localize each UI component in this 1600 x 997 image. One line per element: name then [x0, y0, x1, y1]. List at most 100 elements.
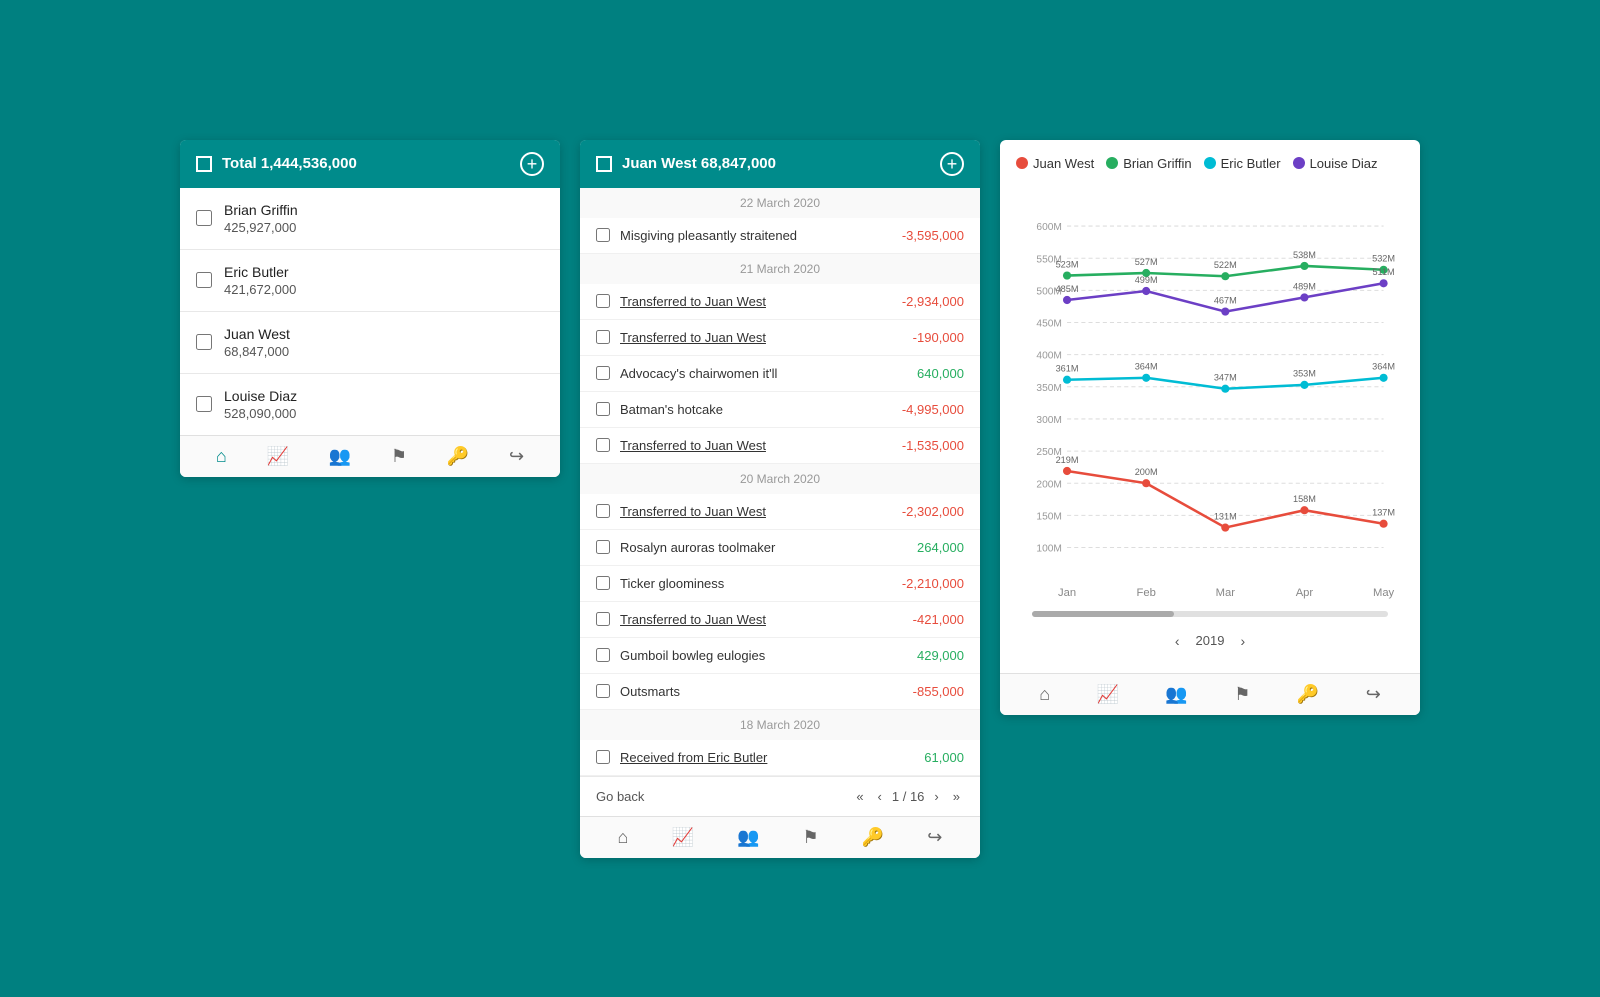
transaction-checkbox[interactable]: [596, 612, 610, 626]
transaction-checkbox[interactable]: [596, 750, 610, 764]
transaction-desc[interactable]: Transferred to Juan West: [620, 612, 903, 627]
transaction-amount: -190,000: [913, 330, 964, 345]
accounts-bottom-nav: ⌂ 📈 👥 ⚑ 🔑 ↪: [180, 435, 560, 477]
logout-icon[interactable]: ↪: [509, 446, 524, 467]
chart-icon[interactable]: 📈: [267, 446, 289, 467]
transaction-desc[interactable]: Transferred to Juan West: [620, 330, 903, 345]
transaction-item: Ticker gloominess -2,210,000: [580, 566, 980, 602]
first-page-button[interactable]: «: [852, 787, 867, 806]
svg-text:Feb: Feb: [1137, 587, 1156, 599]
scroll-indicator[interactable]: [1032, 611, 1388, 617]
chart-next-button[interactable]: ›: [1240, 633, 1245, 649]
account-item[interactable]: Louise Diaz 528,090,000: [180, 374, 560, 435]
transaction-amount: -2,302,000: [902, 504, 964, 519]
prev-page-button[interactable]: ‹: [874, 787, 886, 806]
account-item[interactable]: Brian Griffin 425,927,000: [180, 188, 560, 250]
svg-text:Mar: Mar: [1216, 587, 1236, 599]
svg-text:350M: 350M: [1036, 382, 1062, 393]
c-key-icon[interactable]: 🔑: [1297, 684, 1319, 705]
account-name: Louise Diaz: [224, 388, 297, 404]
svg-text:219M: 219M: [1056, 454, 1079, 464]
users-icon[interactable]: 👥: [329, 446, 351, 467]
transaction-checkbox[interactable]: [596, 402, 610, 416]
account-info: Louise Diaz 528,090,000: [224, 388, 297, 421]
transaction-checkbox[interactable]: [596, 366, 610, 380]
transactions-list: 22 March 2020 Misgiving pleasantly strai…: [580, 188, 980, 776]
go-back-button[interactable]: Go back: [596, 789, 644, 804]
transaction-checkbox[interactable]: [596, 504, 610, 518]
transaction-checkbox[interactable]: [596, 576, 610, 590]
transactions-footer: Go back « ‹ 1 / 16 › »: [580, 776, 980, 816]
t-key-icon[interactable]: 🔑: [862, 827, 884, 848]
c-home-icon[interactable]: ⌂: [1039, 684, 1050, 705]
t-logout-icon[interactable]: ↪: [927, 827, 942, 848]
svg-text:300M: 300M: [1036, 415, 1062, 426]
t-chart-icon[interactable]: 📈: [672, 827, 694, 848]
t-flag-icon[interactable]: ⚑: [803, 827, 819, 848]
accounts-header-checkbox[interactable]: [196, 156, 212, 172]
svg-text:600M: 600M: [1036, 222, 1062, 233]
last-page-button[interactable]: »: [949, 787, 964, 806]
svg-text:158M: 158M: [1293, 494, 1316, 504]
transaction-amount: -2,210,000: [902, 576, 964, 591]
transactions-add-button[interactable]: +: [940, 152, 964, 176]
svg-text:523M: 523M: [1056, 259, 1079, 269]
transaction-amount: -4,995,000: [902, 402, 964, 417]
chart-prev-button[interactable]: ‹: [1175, 633, 1180, 649]
svg-text:522M: 522M: [1214, 260, 1237, 270]
key-icon[interactable]: 🔑: [447, 446, 469, 467]
c-flag-icon[interactable]: ⚑: [1234, 684, 1250, 705]
home-icon[interactable]: ⌂: [216, 446, 227, 467]
transaction-amount: 640,000: [917, 366, 964, 381]
transactions-header-checkbox[interactable]: [596, 156, 612, 172]
account-item[interactable]: Juan West 68,847,000: [180, 312, 560, 374]
transaction-checkbox[interactable]: [596, 648, 610, 662]
accounts-header-left: Total 1,444,536,000: [196, 155, 357, 172]
transactions-header-left: Juan West 68,847,000: [596, 155, 776, 172]
transaction-checkbox[interactable]: [596, 438, 610, 452]
legend-label: Juan West: [1033, 156, 1094, 171]
date-separator: 20 March 2020: [580, 464, 980, 494]
transaction-checkbox[interactable]: [596, 294, 610, 308]
c-users-icon[interactable]: 👥: [1165, 684, 1187, 705]
svg-text:364M: 364M: [1372, 361, 1395, 371]
transaction-desc[interactable]: Transferred to Juan West: [620, 504, 892, 519]
t-users-icon[interactable]: 👥: [737, 827, 759, 848]
c-logout-icon[interactable]: ↪: [1366, 684, 1381, 705]
transaction-checkbox[interactable]: [596, 540, 610, 554]
chart-panel: Juan West Brian Griffin Eric Butler Loui…: [1000, 140, 1420, 715]
transaction-amount: 264,000: [917, 540, 964, 555]
svg-text:131M: 131M: [1214, 511, 1237, 521]
transaction-item: Misgiving pleasantly straitened -3,595,0…: [580, 218, 980, 254]
account-checkbox[interactable]: [196, 396, 212, 412]
transaction-item: Transferred to Juan West -421,000: [580, 602, 980, 638]
transaction-item: Batman's hotcake -4,995,000: [580, 392, 980, 428]
next-page-button[interactable]: ›: [930, 787, 942, 806]
legend-label: Louise Diaz: [1310, 156, 1378, 171]
flag-icon[interactable]: ⚑: [391, 446, 407, 467]
transaction-checkbox[interactable]: [596, 330, 610, 344]
transaction-checkbox[interactable]: [596, 684, 610, 698]
account-checkbox[interactable]: [196, 272, 212, 288]
svg-text:353M: 353M: [1293, 368, 1316, 378]
transaction-checkbox[interactable]: [596, 228, 610, 242]
svg-text:532M: 532M: [1372, 253, 1395, 263]
transaction-desc[interactable]: Transferred to Juan West: [620, 294, 892, 309]
transaction-amount: -3,595,000: [902, 228, 964, 243]
date-separator: 22 March 2020: [580, 188, 980, 218]
chart-bottom-nav: ⌂ 📈 👥 ⚑ 🔑 ↪: [1000, 673, 1420, 715]
account-balance: 68,847,000: [224, 344, 290, 359]
account-checkbox[interactable]: [196, 334, 212, 350]
account-name: Eric Butler: [224, 264, 296, 280]
transaction-desc[interactable]: Received from Eric Butler: [620, 750, 914, 765]
account-item[interactable]: Eric Butler 421,672,000: [180, 250, 560, 312]
account-name: Brian Griffin: [224, 202, 298, 218]
svg-text:527M: 527M: [1135, 256, 1158, 266]
legend-item: Juan West: [1016, 156, 1094, 171]
transaction-desc[interactable]: Transferred to Juan West: [620, 438, 892, 453]
svg-text:Jan: Jan: [1058, 587, 1076, 599]
account-checkbox[interactable]: [196, 210, 212, 226]
accounts-add-button[interactable]: +: [520, 152, 544, 176]
t-home-icon[interactable]: ⌂: [618, 827, 629, 848]
c-chart-icon[interactable]: 📈: [1097, 684, 1119, 705]
